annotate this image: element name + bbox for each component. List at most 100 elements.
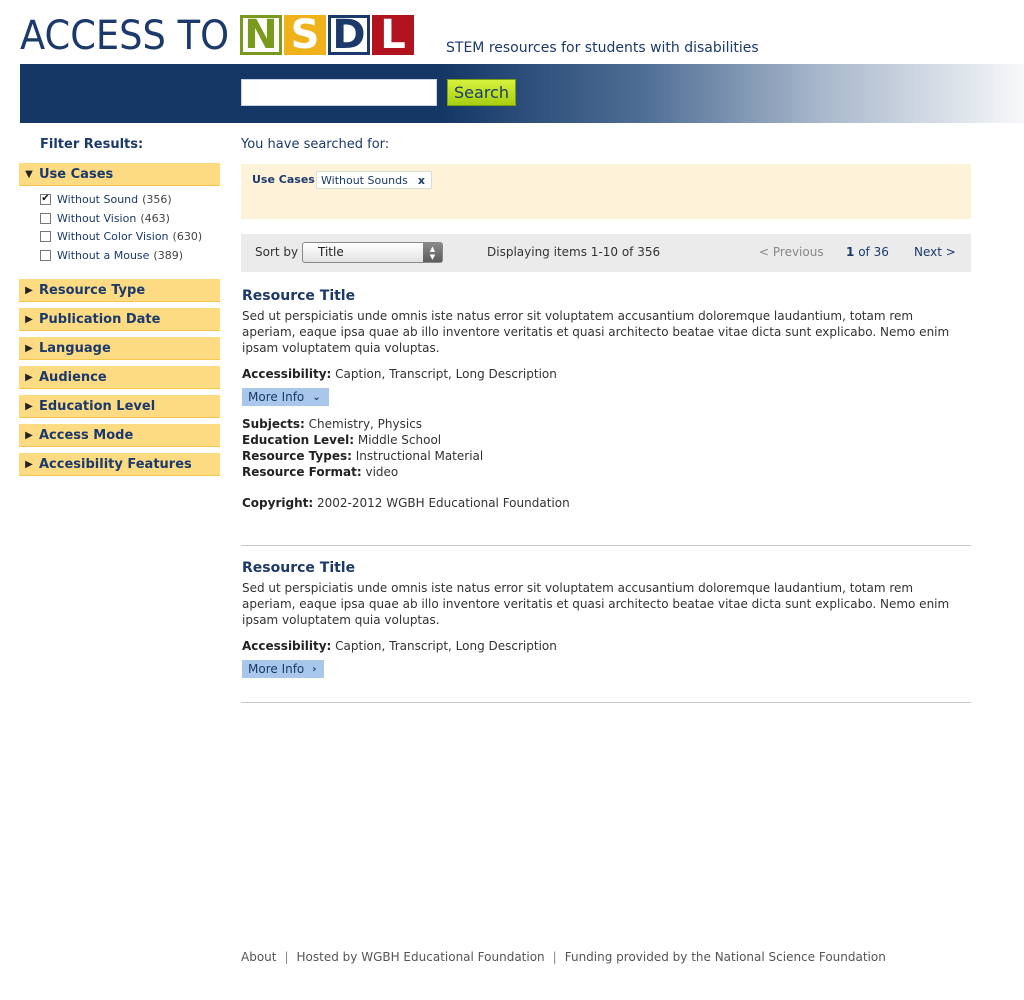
logo-letter-l: L	[372, 15, 414, 55]
footer-about-link[interactable]: About	[241, 950, 276, 964]
searched-for-heading: You have searched for:	[241, 137, 390, 152]
subjects-label: Subjects:	[242, 417, 305, 431]
format-value: video	[365, 465, 399, 479]
accessibility-line: Accessibility: Caption, Transcript, Long…	[242, 639, 970, 653]
logo-letter-s: S	[284, 15, 326, 55]
facet-label: Access Mode	[39, 427, 134, 443]
accessibility-value: Caption, Transcript, Long Description	[335, 639, 557, 653]
footer: About | Hosted by WGBH Educational Found…	[241, 950, 886, 964]
footer-hosted-link[interactable]: Hosted by WGBH Educational Foundation	[297, 950, 545, 964]
facet-label: Accesibility Features	[39, 456, 192, 472]
result-description: Sed ut perspiciatis unde omnis iste natu…	[242, 309, 950, 355]
facet-accessibility-features[interactable]: ▶ Accesibility Features	[19, 453, 220, 476]
logo-letter-n: N	[240, 15, 282, 55]
page-current: 1	[846, 245, 855, 259]
facet-label: Education Level	[39, 398, 156, 414]
triangle-right-icon: ▶	[25, 458, 33, 470]
checkbox-checked[interactable]: ✔	[40, 193, 51, 205]
footer-separator: |	[552, 950, 557, 964]
facet-label: Audience	[39, 369, 107, 385]
remove-filter-icon[interactable]: x	[418, 174, 425, 187]
option-without-vision[interactable]: Without Vision (463)	[40, 210, 170, 226]
accessibility-label: Accessibility:	[242, 367, 332, 381]
facet-publication-date[interactable]: ▶ Publication Date	[19, 308, 220, 331]
search-input[interactable]	[241, 79, 437, 106]
checkbox[interactable]	[40, 249, 51, 261]
accessibility-line: Accessibility: Caption, Transcript, Long…	[242, 367, 970, 381]
query-label: Use Cases:	[252, 173, 320, 186]
sort-select[interactable]: Title ▲ ▼	[302, 242, 443, 263]
more-info-label: More Info	[248, 662, 305, 676]
facet-audience[interactable]: ▶ Audience	[19, 366, 220, 389]
triangle-right-icon: ▶	[25, 429, 33, 441]
types-label: Resource Types:	[242, 449, 352, 463]
tagline: STEM resources for students with disabil…	[446, 40, 759, 56]
result-item: Resource Title Sed ut perspiciatis unde …	[242, 288, 970, 510]
triangle-right-icon: ▶	[25, 313, 33, 325]
facet-label: Language	[39, 340, 111, 356]
option-label: Without a Mouse	[57, 248, 150, 262]
education-label: Education Level:	[242, 433, 355, 447]
page-total: of 36	[858, 245, 889, 259]
page-indicator: 1 of 36	[846, 245, 889, 259]
active-filters: Use Cases: Without Sounds x	[241, 164, 971, 219]
result-divider	[241, 702, 971, 703]
facet-access-mode[interactable]: ▶ Access Mode	[19, 424, 220, 447]
logo-text: ACCESS TO	[20, 13, 230, 59]
option-without-color-vision[interactable]: Without Color Vision (630)	[40, 228, 202, 244]
sort-label: Sort by	[255, 245, 299, 259]
subjects-value: Chemistry, Physics	[308, 417, 423, 431]
option-count: (389)	[153, 248, 184, 262]
facet-label: Resource Type	[39, 282, 146, 298]
sort-value: Title	[318, 245, 344, 259]
option-without-a-mouse[interactable]: Without a Mouse (389)	[40, 247, 183, 263]
more-info-button[interactable]: More Info ⌄	[242, 388, 329, 406]
filter-results-heading: Filter Results:	[40, 137, 144, 152]
footer-funding-link[interactable]: Funding provided by the National Science…	[565, 950, 886, 964]
next-link[interactable]: Next >	[914, 245, 956, 259]
more-info-label: More Info	[248, 390, 305, 404]
select-arrows-icon: ▲ ▼	[423, 243, 442, 262]
header-banner	[20, 64, 1024, 123]
filter-tag: Without Sounds x	[316, 171, 432, 189]
facet-label: Use Cases	[39, 166, 114, 182]
results-toolbar: Sort by Title ▲ ▼ Displaying items 1-10 o…	[241, 234, 971, 272]
option-label: Without Vision	[57, 211, 137, 225]
option-count: (630)	[172, 229, 203, 243]
triangle-right-icon: ▶	[25, 371, 33, 383]
copyright-value: 2002-2012 WGBH Educational Foundation	[317, 496, 570, 510]
facet-label: Publication Date	[39, 311, 161, 327]
search-button[interactable]: Search	[447, 79, 516, 106]
triangle-right-icon: ▶	[25, 400, 33, 412]
checkbox[interactable]	[40, 212, 51, 224]
option-count: (463)	[140, 211, 170, 225]
logo-letter-d: D	[328, 15, 370, 55]
facet-education-level[interactable]: ▶ Education Level	[19, 395, 220, 418]
chevron-right-icon: ›	[312, 663, 317, 675]
format-label: Resource Format:	[242, 465, 362, 479]
checkbox[interactable]	[40, 230, 51, 242]
result-divider	[241, 545, 971, 546]
option-label: Without Sound	[57, 192, 139, 206]
facet-use-cases[interactable]: ▼ Use Cases	[19, 163, 220, 186]
chevron-down-icon: ⌄	[312, 391, 321, 403]
triangle-down-icon: ▼	[25, 168, 33, 180]
result-item: Resource Title Sed ut perspiciatis unde …	[242, 560, 970, 678]
result-details: Subjects: Chemistry, Physics Education L…	[242, 416, 970, 480]
facet-resource-type[interactable]: ▶ Resource Type	[19, 279, 220, 302]
facet-language[interactable]: ▶ Language	[19, 337, 220, 360]
types-value: Instructional Material	[355, 449, 484, 463]
result-title[interactable]: Resource Title	[242, 560, 970, 576]
accessibility-value: Caption, Transcript, Long Description	[335, 367, 557, 381]
education-value: Middle School	[357, 433, 442, 447]
option-label: Without Color Vision	[57, 229, 169, 243]
result-title[interactable]: Resource Title	[242, 288, 970, 304]
footer-separator: |	[284, 950, 289, 964]
result-description: Sed ut perspiciatis unde omnis iste natu…	[242, 581, 950, 627]
filter-tag-label: Without Sounds	[321, 173, 408, 187]
more-info-button[interactable]: More Info ›	[242, 660, 325, 678]
option-without-sound[interactable]: ✔ Without Sound (356)	[40, 191, 172, 207]
accessibility-label: Accessibility:	[242, 639, 332, 653]
copyright-line: Copyright: 2002-2012 WGBH Educational Fo…	[242, 496, 970, 510]
previous-link[interactable]: < Previous	[759, 245, 824, 259]
